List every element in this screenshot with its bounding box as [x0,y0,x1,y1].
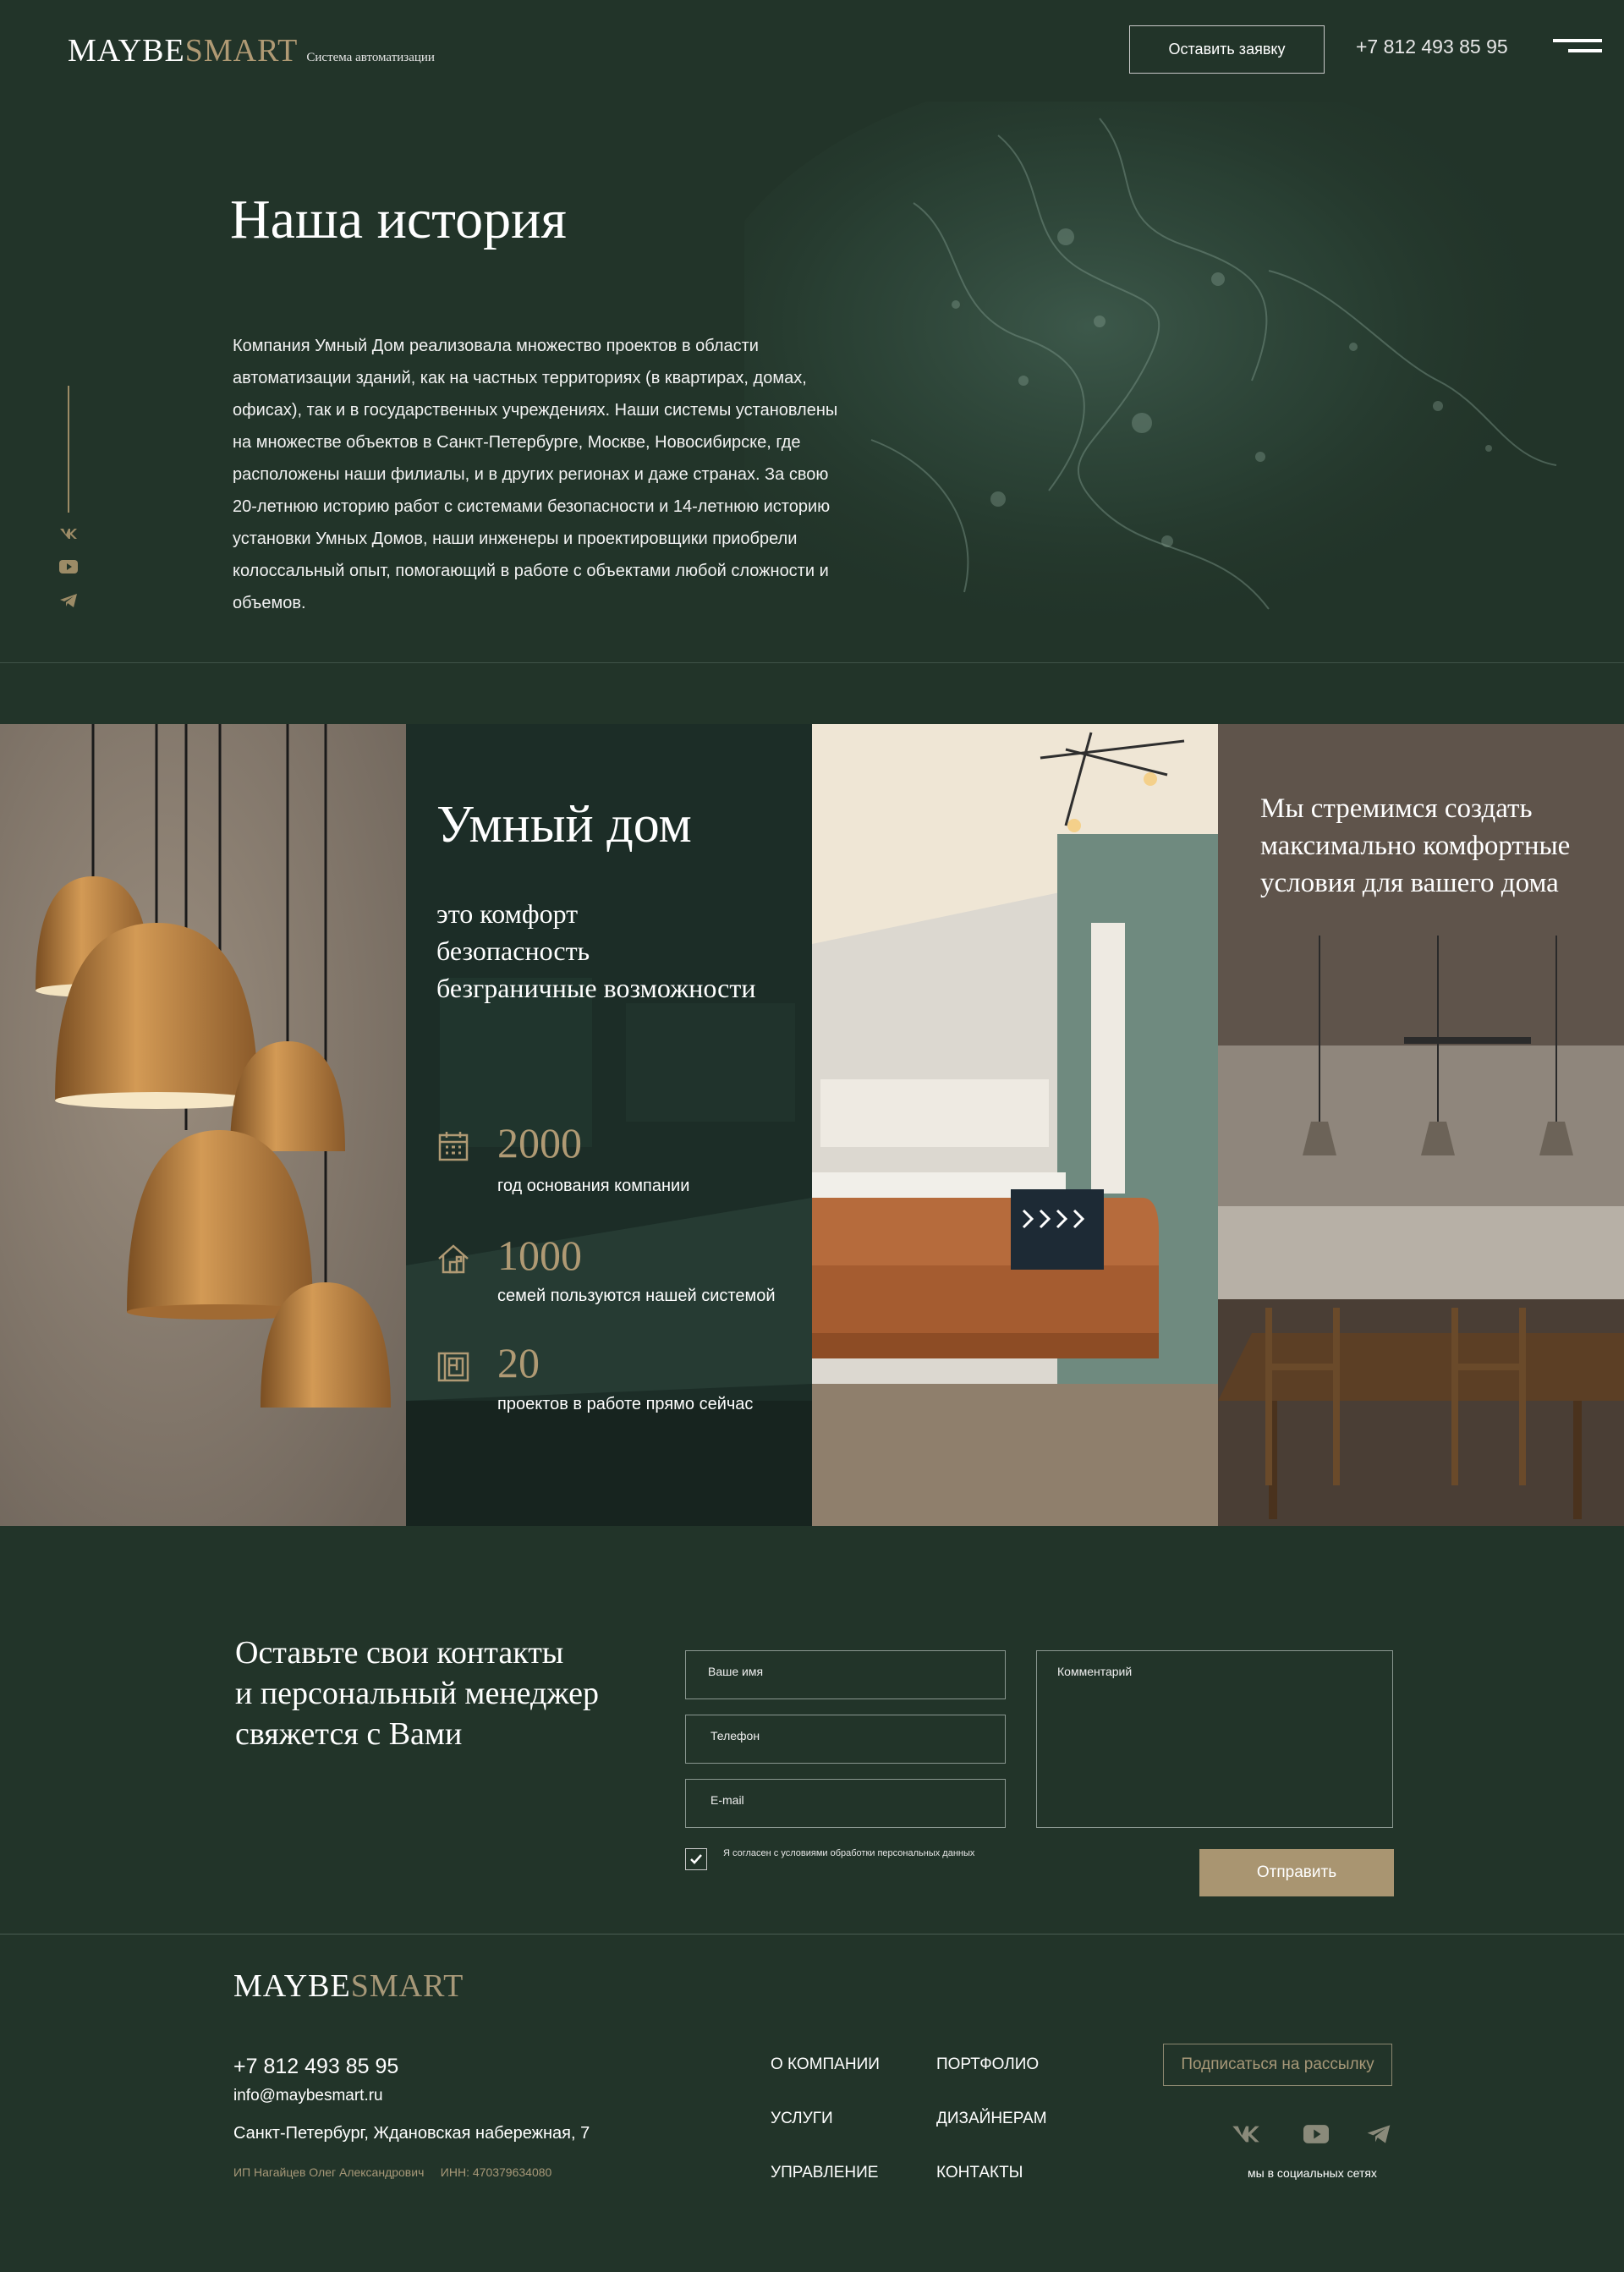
nav-portfolio[interactable]: ПОРТФОЛИО [936,2055,1039,2074]
footer-vk-icon[interactable] [1229,2121,1263,2147]
house-icon [436,1242,470,1276]
leather-sofa-room-image [812,724,1218,1526]
nav-about[interactable]: О КОМПАНИИ [771,2055,880,2074]
logo[interactable]: MAYBESMART Система автоматизации [68,32,435,69]
checkmark-icon [690,1854,702,1864]
contact-title-line3: свяжется с Вами [235,1716,463,1752]
stat-families-value: 1000 [497,1232,582,1279]
vk-icon[interactable] [58,524,80,543]
footer-legal: ИП Нагайцев Олег Александрович ИНН: 4703… [233,2165,552,2179]
stat-founded-value: 2000 [497,1119,582,1166]
section-divider [0,662,1624,663]
nav-designers[interactable]: ДИЗАЙНЕРАМ [936,2110,1047,2128]
footer-youtube-icon[interactable] [1299,2121,1333,2147]
stat-projects-value: 20 [497,1339,540,1386]
comment-field[interactable]: Комментарий [1036,1650,1393,1828]
strive-text: Мы стремимся создать максимально комфорт… [1260,793,1571,898]
phone-field-placeholder: Телефон [710,1729,760,1742]
telegram-icon[interactable] [58,591,80,610]
name-field-placeholder: Ваше имя [708,1665,764,1678]
history-title: Наша история [230,189,567,250]
stat-founded-label: год основания компании [497,1177,690,1195]
logo-tagline: Система автоматизации [306,51,435,64]
nav-contacts[interactable]: КОНТАКТЫ [936,2164,1023,2182]
social-caption: мы в социальных сетях [1248,2166,1377,2180]
comment-field-placeholder: Комментарий [1057,1665,1133,1678]
contact-title-line2: и персональный менеджер [235,1676,600,1711]
footer-telegram-icon[interactable] [1362,2121,1396,2147]
nav-management[interactable]: УПРАВЛЕНИЕ [771,2164,878,2182]
menu-icon[interactable] [1553,39,1602,56]
footer-logo[interactable]: MAYBESMART [233,1967,464,2005]
history-text: Компания Умный Дом реализовала множество… [233,337,838,612]
footer-phone[interactable]: +7 812 493 85 95 [233,2055,398,2079]
footer-address: Санкт-Петербург, Ждановская набережная, … [233,2124,590,2143]
contact-title: Оставьте свои контакты и персональный ме… [235,1633,599,1754]
nav-services[interactable]: УСЛУГИ [771,2110,833,2128]
name-field[interactable]: Ваше имя [685,1650,1006,1699]
footer-email[interactable]: info@maybesmart.ru [233,2087,383,2105]
consent-label: Я согласен с условиями обработки персона… [723,1848,975,1858]
stat-projects-label: проектов в работе прямо сейчас [497,1395,754,1413]
side-divider [68,386,69,513]
email-field[interactable]: E-mail [685,1779,1006,1828]
logo-accent: SMART [184,33,299,69]
blueprint-icon [436,1350,470,1384]
benefit-security: безопасность [436,936,590,966]
stat-families-label: семей пользуются нашей системой [497,1287,776,1305]
subscribe-button[interactable]: Подписаться на рассылку [1163,2044,1392,2086]
youtube-icon[interactable] [58,557,80,576]
smart-home-title: Умный дом [436,796,692,853]
submit-button[interactable]: Отправить [1199,1849,1394,1896]
contact-title-line1: Оставьте свои контакты [235,1635,564,1671]
benefit-comfort: это комфорт [436,898,579,929]
smart-home-benefits: это комфорт безопасность безграничные во… [436,895,755,1007]
request-button[interactable]: Оставить заявку [1129,25,1325,74]
logo-main: MAYBE [68,33,185,69]
header-phone[interactable]: +7 812 493 85 95 [1356,36,1508,58]
calendar-icon [436,1129,470,1163]
pendant-lamps-image [0,724,406,1526]
footer-logo-main: MAYBE [233,1968,351,2004]
phone-field[interactable]: Телефон [685,1715,1006,1764]
email-field-placeholder: E-mail [710,1793,744,1807]
marble-background-art [744,102,1573,643]
consent-checkbox[interactable] [685,1848,707,1870]
benefit-possibilities: безграничные возможности [436,973,756,1003]
footer-logo-accent: SMART [350,1968,464,2004]
